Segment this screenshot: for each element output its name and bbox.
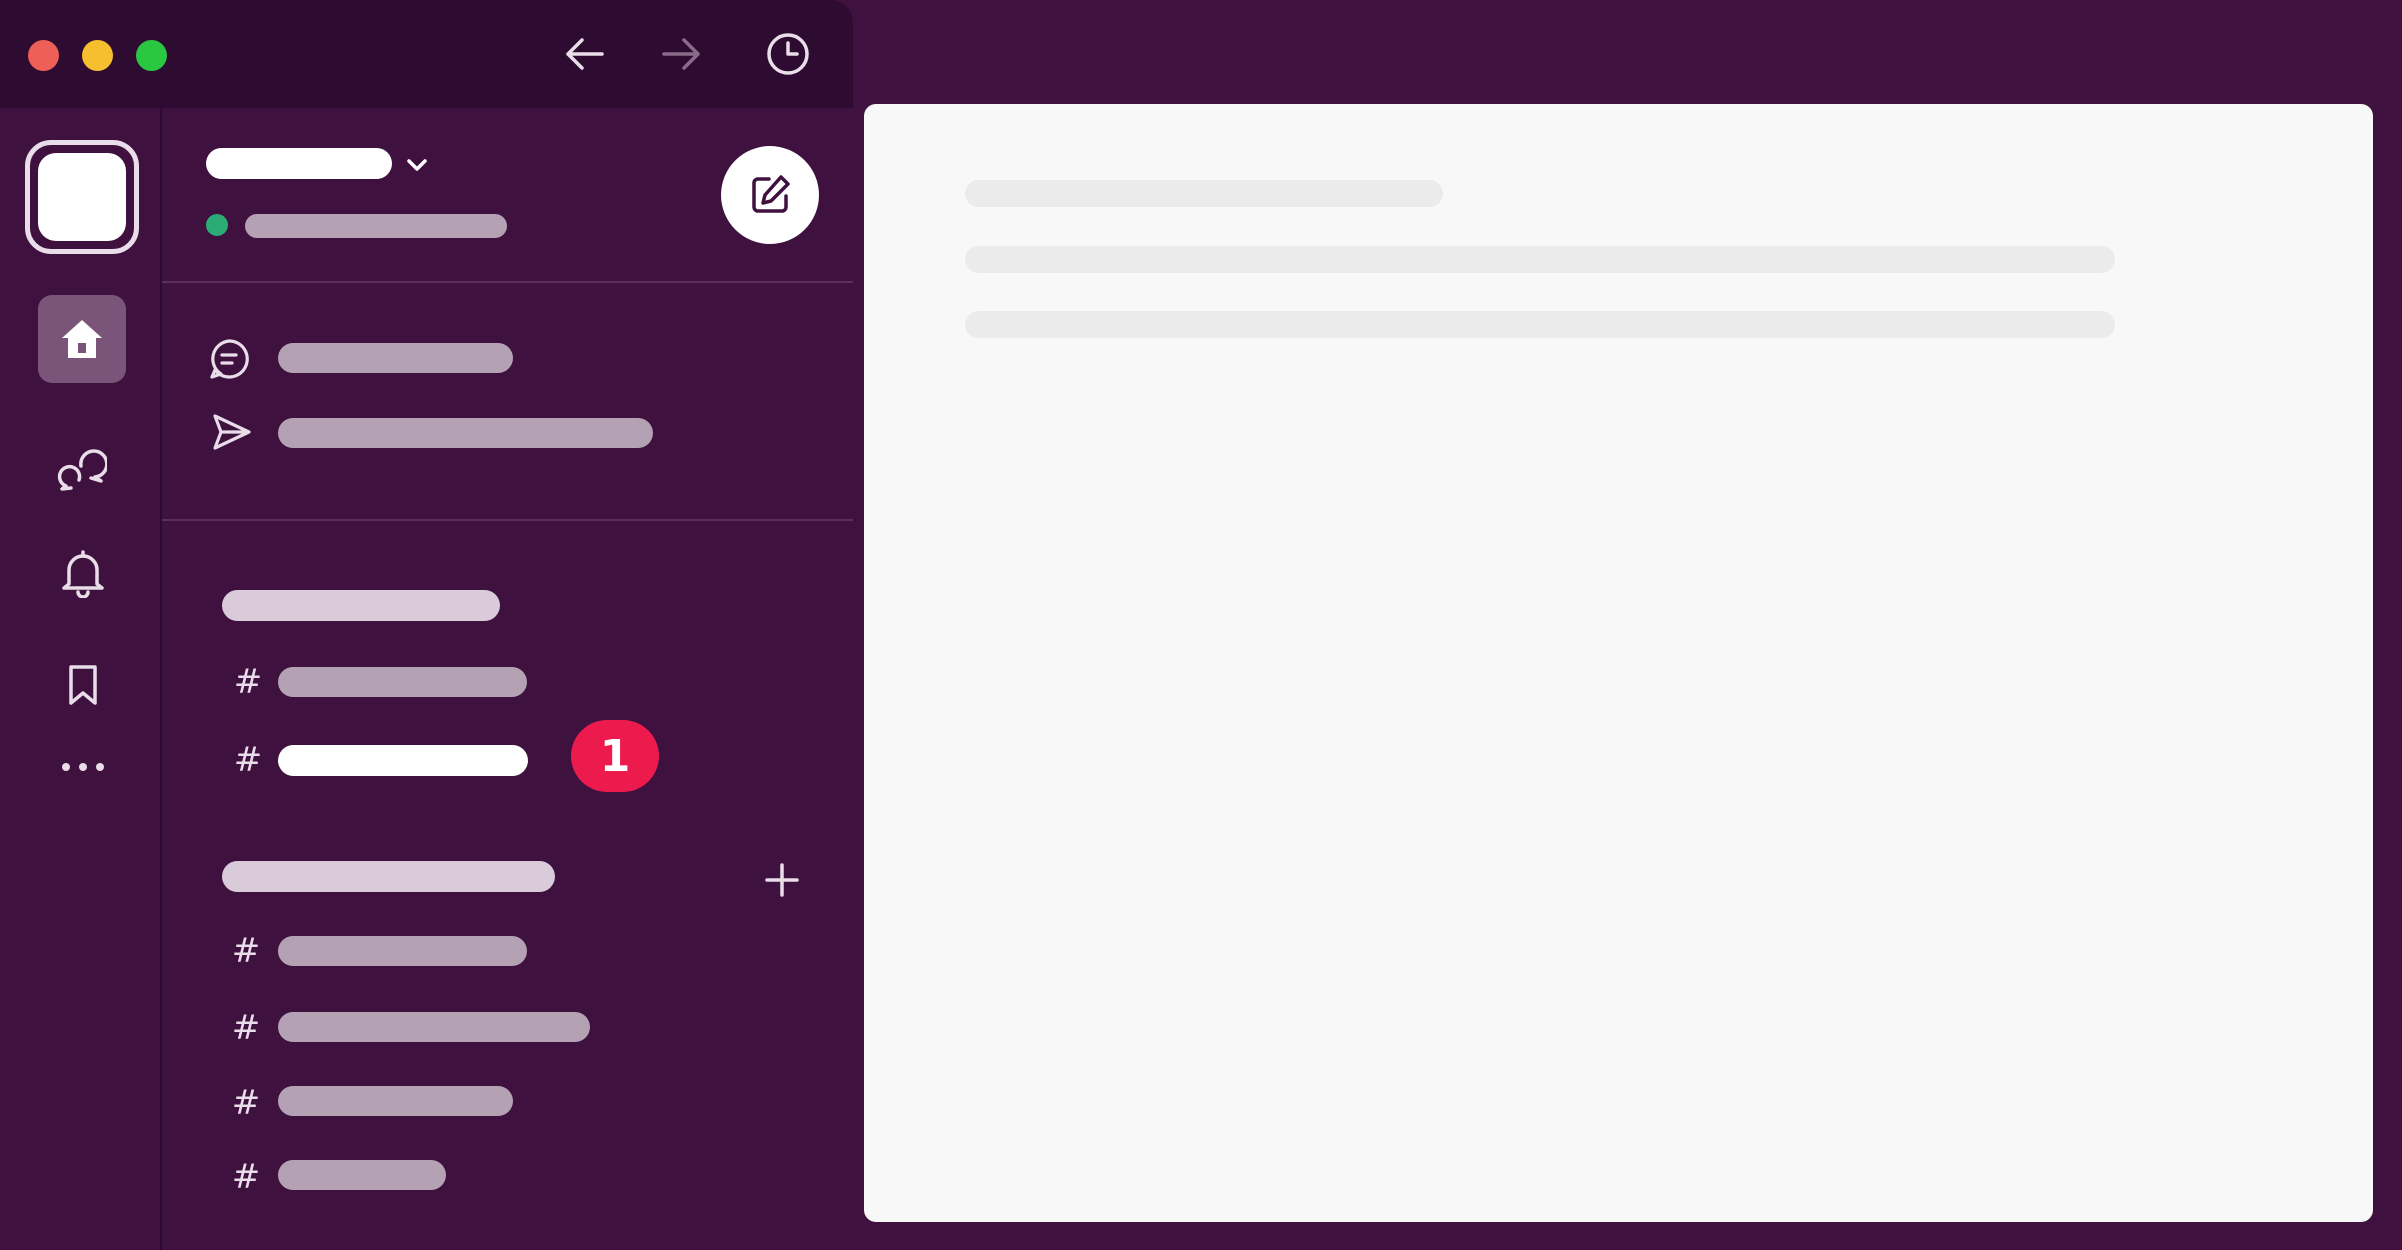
unread-badge: 1 bbox=[571, 720, 659, 792]
content-line-placeholder bbox=[965, 246, 2115, 273]
channel-hash-icon: # bbox=[231, 1157, 261, 1197]
compose-button[interactable] bbox=[721, 146, 819, 244]
workspace-switcher[interactable] bbox=[25, 140, 139, 254]
channel-item[interactable] bbox=[278, 1012, 590, 1042]
home-icon bbox=[62, 320, 102, 358]
sidebar-item-threads[interactable] bbox=[278, 343, 513, 373]
user-status[interactable] bbox=[245, 214, 507, 238]
workspace-name[interactable] bbox=[206, 148, 392, 179]
rail-home-button[interactable] bbox=[38, 295, 126, 383]
plus-icon bbox=[765, 863, 799, 897]
arrow-left-icon bbox=[566, 38, 604, 70]
channel-hash-icon: # bbox=[233, 662, 263, 702]
bookmark-icon bbox=[69, 665, 97, 705]
channel-item[interactable] bbox=[278, 1160, 446, 1190]
rail-saved-button[interactable] bbox=[58, 658, 108, 712]
back-button[interactable] bbox=[560, 32, 608, 76]
sidebar-item-drafts[interactable] bbox=[278, 418, 653, 448]
channel-hash-icon: # bbox=[231, 931, 261, 971]
drafts-item-icon-wrap[interactable] bbox=[210, 410, 254, 454]
threads-item-icon-wrap[interactable] bbox=[206, 336, 252, 382]
channel-item[interactable] bbox=[278, 936, 527, 966]
main-content-pane bbox=[864, 104, 2373, 1222]
rail-dms-button[interactable] bbox=[52, 440, 112, 496]
channel-item-unread[interactable] bbox=[278, 745, 528, 776]
clock-icon bbox=[767, 33, 809, 75]
add-channel-button[interactable] bbox=[760, 858, 804, 902]
rail-activity-button[interactable] bbox=[55, 545, 111, 601]
minimize-window-button[interactable] bbox=[82, 40, 113, 71]
forward-button[interactable] bbox=[658, 32, 706, 76]
channel-item[interactable] bbox=[278, 1086, 513, 1116]
arrow-right-icon bbox=[662, 38, 700, 70]
rail-divider bbox=[160, 108, 162, 1250]
close-window-button[interactable] bbox=[28, 40, 59, 71]
threads-icon bbox=[210, 339, 249, 379]
bell-icon bbox=[62, 550, 104, 598]
channel-hash-icon: # bbox=[231, 1008, 261, 1048]
zoom-window-button[interactable] bbox=[136, 40, 167, 71]
sidebar-divider-middle bbox=[162, 519, 853, 521]
compose-icon bbox=[752, 175, 790, 213]
workspace-icon bbox=[38, 153, 126, 241]
workspace-menu-toggle[interactable] bbox=[402, 150, 432, 180]
section-header-direct-messages[interactable] bbox=[222, 861, 555, 892]
title-bar bbox=[0, 0, 853, 108]
more-icon bbox=[62, 763, 104, 771]
send-icon bbox=[213, 414, 251, 450]
dms-icon bbox=[57, 449, 107, 491]
channel-item[interactable] bbox=[278, 667, 527, 697]
rail-more-button[interactable] bbox=[56, 752, 110, 782]
content-title-placeholder bbox=[965, 180, 1443, 207]
chevron-down-icon bbox=[407, 159, 427, 171]
presence-dot bbox=[206, 214, 228, 236]
sidebar-divider-top bbox=[162, 281, 853, 283]
channel-hash-icon: # bbox=[233, 740, 263, 780]
section-header-channels[interactable] bbox=[222, 590, 500, 621]
channel-hash-icon: # bbox=[231, 1083, 261, 1123]
content-line-placeholder bbox=[965, 311, 2115, 338]
history-button[interactable] bbox=[764, 30, 812, 78]
